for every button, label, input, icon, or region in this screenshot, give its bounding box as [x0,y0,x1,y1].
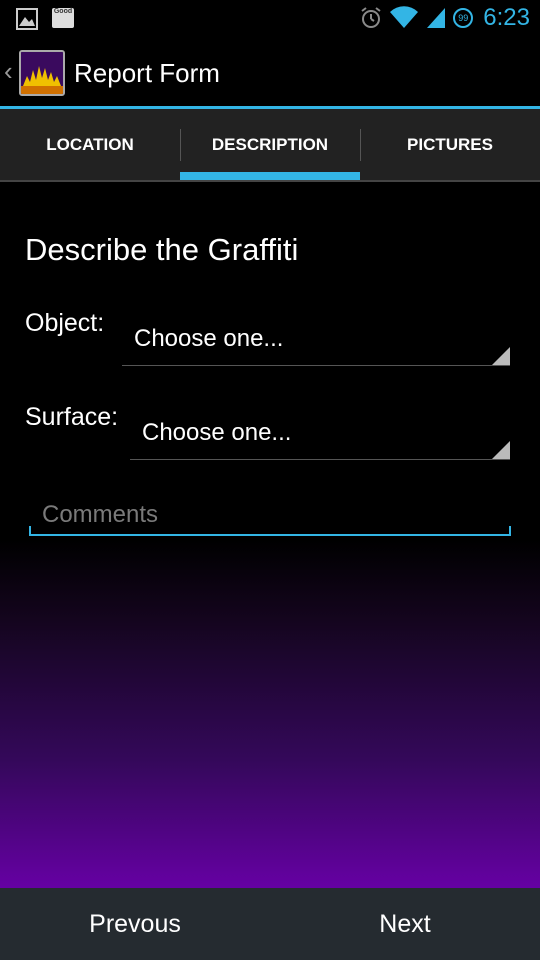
surface-spinner[interactable]: Choose one... [130,409,510,460]
system-icons: 99 6:23 [359,4,530,32]
good-app-icon: Good [52,8,74,28]
spinner-arrow-icon [492,347,510,365]
spinner-arrow-icon [492,441,510,459]
battery-icon: 99 [453,8,474,28]
page-title: Report Form [74,58,220,88]
app-logo[interactable] [19,50,65,96]
clock: 6:23 [483,4,530,31]
comments-input[interactable] [29,496,511,534]
alarm-icon [361,7,381,28]
notification-area: Good [16,8,74,30]
good-app-label: Good [53,8,73,15]
bottom-button-bar: Prevous Next [0,888,540,960]
signal-icon [427,8,446,28]
surface-label: Surface: [25,403,119,431]
object-spinner-value: Choose one... [134,325,284,352]
object-label: Object: [25,309,105,337]
tab-description[interactable]: DESCRIPTION [180,109,360,180]
action-bar: ‹ Report Form [0,38,540,109]
form-heading: Describe the Graffiti [25,232,299,267]
up-caret-icon[interactable]: ‹ [4,58,13,84]
comments-field[interactable] [29,496,511,536]
tab-location[interactable]: LOCATION [0,109,180,180]
object-spinner[interactable]: Choose one... [122,315,510,366]
city-skyline-icon [21,52,63,94]
screen: Good 99 6:23 ‹ Report Form LOCATION DESC… [0,0,540,960]
battery-level: 99 [458,13,469,23]
tab-pictures[interactable]: PICTURES [360,109,540,180]
next-button[interactable]: Next [270,888,540,960]
previous-button[interactable]: Prevous [0,888,270,960]
image-icon [16,8,38,30]
tab-bar: LOCATION DESCRIPTION PICTURES [0,109,540,182]
status-bar: Good 99 6:23 [0,0,540,38]
wifi-icon [390,6,419,28]
surface-spinner-value: Choose one... [142,419,292,446]
